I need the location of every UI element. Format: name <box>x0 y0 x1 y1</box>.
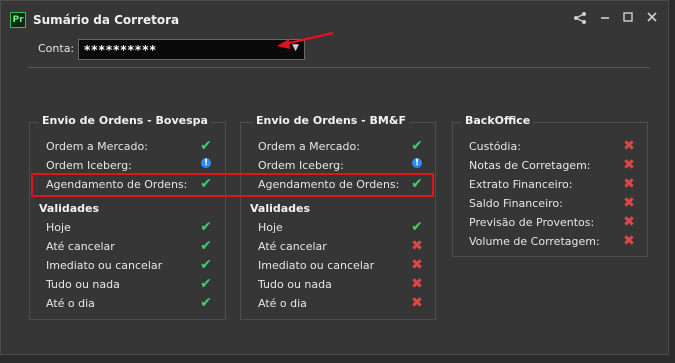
minimize-icon[interactable] <box>597 11 613 27</box>
bmf-row-label: Ordem a Mercado: <box>258 140 360 153</box>
info-icon: ! <box>201 158 211 168</box>
highlight-box <box>31 173 434 197</box>
broker-summary-window: Pr Sumário da Corretora Conta: *********… <box>0 0 669 355</box>
cross-icon: ✖ <box>623 233 635 249</box>
bmf-validades-title: Validades <box>250 202 311 215</box>
cross-icon: ✖ <box>411 295 423 311</box>
window-title: Sumário da Corretora <box>33 13 180 27</box>
bovespa-row-label: Ordem a Mercado: <box>46 140 148 153</box>
bmf-group-title: Envio de Ordens - BM&F <box>253 114 409 127</box>
backoffice-row-label: Previsão de Proventos: <box>469 216 595 229</box>
backoffice-group-title: BackOffice <box>462 114 534 127</box>
bmf-row-label: Ordem Iceberg: <box>258 159 344 172</box>
bmf-validade-label: Tudo ou nada <box>258 278 332 291</box>
check-icon: ✔ <box>411 219 423 235</box>
check-icon: ✔ <box>200 295 212 311</box>
check-icon: ✔ <box>200 138 212 154</box>
bmf-validade-label: Até cancelar <box>258 240 327 253</box>
bmf-validade-label: Até o dia <box>258 297 307 310</box>
bovespa-validade-label: Imediato ou cancelar <box>46 259 163 272</box>
check-icon: ✔ <box>200 238 212 254</box>
check-icon: ✔ <box>200 257 212 273</box>
backoffice-row-label: Saldo Financeiro: <box>469 197 563 210</box>
cross-icon: ✖ <box>623 214 635 230</box>
bovespa-validade-label: Tudo ou nada <box>46 278 120 291</box>
separator <box>28 67 650 68</box>
bovespa-validades-title: Validades <box>39 202 100 215</box>
backoffice-row-label: Custódia: <box>469 140 521 153</box>
app-icon: Pr <box>10 12 26 28</box>
cross-icon: ✖ <box>411 257 423 273</box>
bovespa-validade-label: Até cancelar <box>46 240 115 253</box>
check-icon: ✔ <box>200 219 212 235</box>
cross-icon: ✖ <box>411 276 423 292</box>
bmf-validade-label: Hoje <box>258 221 283 234</box>
cross-icon: ✖ <box>623 138 635 154</box>
check-icon: ✔ <box>411 138 423 154</box>
backoffice-row-label: Volume de Corretagem: <box>469 235 600 248</box>
maximize-icon[interactable] <box>620 11 636 27</box>
bmf-validade-label: Imediato ou cancelar <box>258 259 375 272</box>
bovespa-validade-label: Hoje <box>46 221 71 234</box>
check-icon: ✔ <box>200 276 212 292</box>
bovespa-row-label: Ordem Iceberg: <box>46 159 132 172</box>
account-value: ********** <box>84 43 157 57</box>
annotation-arrow-icon <box>277 31 334 49</box>
cross-icon: ✖ <box>623 195 635 211</box>
cross-icon: ✖ <box>623 176 635 192</box>
backoffice-row-label: Extrato Financeiro: <box>469 178 573 191</box>
cross-icon: ✖ <box>623 157 635 173</box>
close-icon[interactable] <box>644 11 660 27</box>
backoffice-row-label: Notas de Corretagem: <box>469 159 591 172</box>
info-icon: ! <box>412 158 422 168</box>
account-label: Conta: <box>38 42 75 55</box>
cross-icon: ✖ <box>411 238 423 254</box>
bovespa-group-title: Envio de Ordens - Bovespa <box>39 114 211 127</box>
bovespa-validade-label: Até o dia <box>46 297 95 310</box>
share-icon[interactable] <box>572 11 588 27</box>
